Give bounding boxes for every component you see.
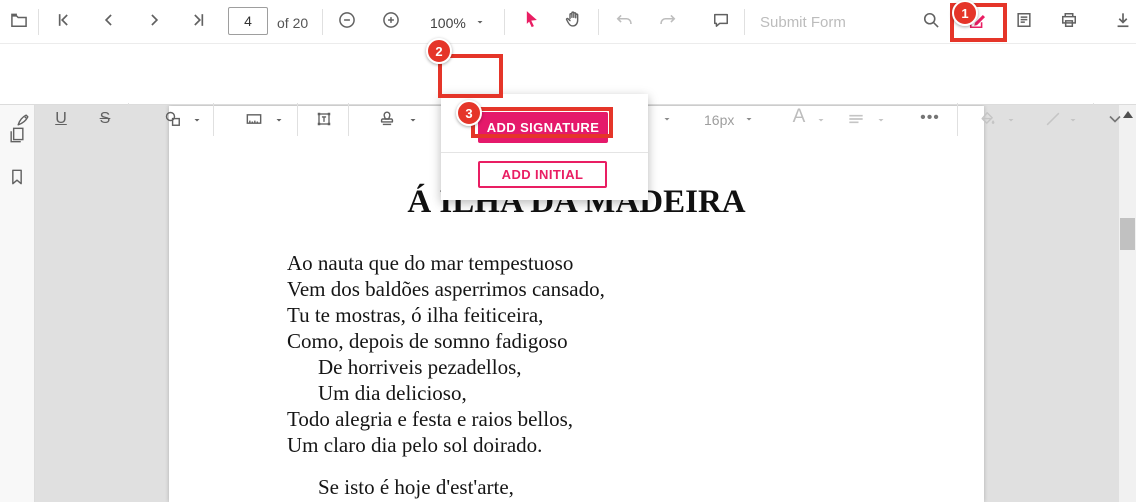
text-color-button[interactable]: A [788, 106, 810, 128]
zoom-out-button[interactable] [336, 9, 358, 31]
vertical-scrollbar[interactable] [1119, 105, 1136, 502]
annotation-step-badge-1: 1 [952, 0, 978, 26]
first-page-button[interactable] [52, 9, 74, 31]
divider [957, 103, 958, 136]
poem-line: Um claro dia pelo sol doirado. [287, 432, 605, 458]
divider [504, 9, 505, 35]
bookmarks-icon[interactable] [6, 166, 28, 188]
reader-view-button[interactable] [1013, 9, 1035, 31]
comment-tool-button[interactable] [710, 9, 732, 31]
divider [598, 9, 599, 35]
pan-hand-tool-button[interactable] [563, 8, 585, 30]
add-signature-button[interactable]: ADD SIGNATURE [478, 112, 608, 143]
text-align-caret-icon[interactable] [870, 109, 892, 131]
poem-line: De horriveis pezadellos, [287, 354, 605, 380]
text-align-button[interactable] [845, 108, 867, 130]
more-tools-button[interactable]: ••• [912, 107, 948, 129]
fill-color-caret-icon[interactable] [1000, 109, 1022, 131]
text-color-caret-icon[interactable] [810, 109, 832, 131]
divider [128, 103, 129, 136]
left-sidebar [0, 105, 35, 502]
line-style-caret-icon[interactable] [1062, 109, 1084, 131]
pdf-editor-app: of 20 100% Submit Form [0, 0, 1136, 502]
underline-tool-button[interactable]: U [51, 108, 71, 130]
freehand-pen-tool-button[interactable] [13, 108, 35, 130]
scrollbar-thumb[interactable] [1120, 218, 1135, 250]
stamp-tool-button[interactable] [376, 108, 398, 130]
menu-divider [441, 152, 648, 153]
collapse-toolbar-chevron-icon[interactable] [1104, 108, 1126, 130]
poem-line: Como, depois de somno fadigoso [287, 328, 605, 354]
undo-button[interactable] [613, 9, 635, 31]
search-icon[interactable] [920, 9, 942, 31]
font-size-caret-icon[interactable] [738, 108, 760, 130]
annotation-step-badge-2: 2 [426, 38, 452, 64]
zoom-caret-icon[interactable] [469, 11, 491, 33]
font-size-dropdown[interactable]: 16px [704, 109, 734, 131]
annotation-step-badge-3: 3 [456, 100, 482, 126]
divider [322, 9, 323, 35]
poem-line: Ao nauta que do mar tempestuoso [287, 250, 605, 276]
poem-line: Se isto é hoje d'est'arte, [287, 474, 605, 500]
redo-button[interactable] [657, 9, 679, 31]
divider [297, 103, 298, 136]
shapes-tool-button[interactable] [162, 108, 184, 130]
poem-line: Tu te mostras, ó ilha feiticeira, [287, 302, 605, 328]
select-tool-button[interactable] [520, 8, 542, 30]
poem-line: Todo alegria e festa e raios bellos, [287, 406, 605, 432]
divider [348, 103, 349, 136]
page-count-label: of 20 [277, 12, 308, 34]
poem-line: Vem dos baldões asperrimos cansado, [287, 276, 605, 302]
page-number-input[interactable] [228, 7, 268, 35]
divider [38, 9, 39, 35]
add-initial-button[interactable]: ADD INITIAL [478, 161, 607, 188]
last-page-button[interactable] [188, 9, 210, 31]
zoom-level-dropdown[interactable]: 100% [430, 12, 466, 34]
zoom-in-button[interactable] [380, 9, 402, 31]
poem-text: Ao nauta que do mar tempestuoso Vem dos … [287, 250, 605, 500]
side-panel-toggle-icon[interactable] [8, 9, 30, 31]
poem-line: Um dia delicioso, [287, 380, 605, 406]
image-caret-icon[interactable] [268, 109, 290, 131]
fill-color-button[interactable] [977, 108, 999, 130]
shapes-caret-icon[interactable] [186, 109, 208, 131]
stamp-caret-icon[interactable] [402, 109, 424, 131]
font-family-caret-icon[interactable] [656, 108, 678, 130]
previous-page-button[interactable] [98, 9, 120, 31]
divider [213, 103, 214, 136]
divider [744, 9, 745, 35]
line-style-button[interactable] [1042, 108, 1064, 130]
image-tool-button[interactable] [243, 108, 265, 130]
text-box-tool-button[interactable] [313, 108, 335, 130]
divider [1093, 103, 1094, 136]
next-page-button[interactable] [143, 9, 165, 31]
submit-form-button[interactable]: Submit Form [760, 12, 846, 34]
download-button[interactable] [1112, 9, 1134, 31]
strikethrough-tool-button[interactable]: S [95, 108, 115, 130]
print-button[interactable] [1058, 9, 1080, 31]
